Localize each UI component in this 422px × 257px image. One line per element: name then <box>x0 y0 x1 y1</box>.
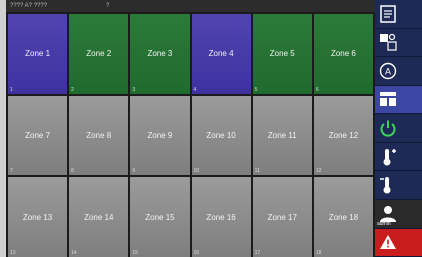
zone-tile[interactable]: Zone 9 9 <box>130 95 190 176</box>
zone-label: Zone 11 <box>267 130 297 140</box>
zone-label: Zone 3 <box>147 49 173 59</box>
sidebar: A admin <box>375 0 422 257</box>
zone-label: Zone 10 <box>206 130 236 140</box>
sidebar-item-alarm[interactable] <box>375 228 422 257</box>
zone-corner-number: 7 <box>10 168 13 175</box>
warning-icon <box>378 232 398 252</box>
zone-corner-number: 1 <box>10 86 13 93</box>
zone-label: Zone 4 <box>208 49 234 59</box>
zone-corner-number: 5 <box>254 86 258 93</box>
thermometer-down-icon <box>378 175 398 195</box>
zone-corner-number: 15 <box>132 249 138 256</box>
zone-tile[interactable]: Zone 13 13 <box>8 177 68 257</box>
zone-grid: Zone 11 Zone 22 Zone 33 Zone 44 Zone 55 … <box>6 12 375 257</box>
auto-mode-icon: A <box>378 61 398 81</box>
zone-corner-number: 2 <box>71 86 74 93</box>
zone-corner-number: 17 <box>254 249 261 256</box>
sidebar-item-power[interactable] <box>375 114 422 143</box>
document-icon <box>378 4 398 24</box>
zone-tile[interactable]: Zone 6 6 <box>313 14 373 94</box>
zone-corner-number: 4 <box>193 86 197 93</box>
zone-tile[interactable]: Zone 4 4 <box>191 14 251 94</box>
zone-corner-number: 18 <box>315 249 322 256</box>
zone-tile[interactable]: Zone 15 15 <box>130 177 190 257</box>
zone-tile[interactable]: Zone 17 17 <box>252 177 312 257</box>
zone-tile[interactable]: Zone 2 2 <box>69 14 129 94</box>
zone-label: Zone 2 <box>86 49 112 59</box>
zone-label: Zone 8 <box>86 130 112 140</box>
zone-tile[interactable]: Zone 3 3 <box>130 14 190 94</box>
zone-label: Zone 9 <box>147 130 173 140</box>
zone-tile[interactable]: Zone 1 1 <box>8 14 68 94</box>
zone-tile[interactable]: Zone 8 8 <box>69 95 129 176</box>
zone-corner-number: 11 <box>254 168 260 175</box>
zone-label: Zone 14 <box>84 212 114 222</box>
sidebar-item-temperature-down[interactable] <box>375 171 422 200</box>
sidebar-item-program[interactable] <box>375 29 422 58</box>
zone-label: Zone 16 <box>206 212 236 222</box>
zone-corner-number: 9 <box>132 168 136 175</box>
zone-label: Zone 13 <box>22 212 53 222</box>
layout-icon <box>378 89 398 109</box>
zone-label: Zone 1 <box>25 49 51 59</box>
app-screen: ???? A? ???? ? Zone 1 1 Zone 2 2 Zone 3 3 Z… <box>0 0 422 257</box>
zone-label: Zone 5 <box>269 49 295 59</box>
zone-label: Zone 7 <box>25 130 51 140</box>
status-time: ???? A? ???? <box>10 3 48 9</box>
power-icon <box>378 118 398 138</box>
svg-text:A: A <box>385 66 391 76</box>
sidebar-item-document[interactable] <box>375 0 422 29</box>
zone-corner-number: 8 <box>71 168 74 175</box>
program-icon <box>378 32 398 52</box>
zone-label: Zone 6 <box>330 49 356 59</box>
sidebar-item-user[interactable]: admin <box>375 199 422 229</box>
zone-tile[interactable]: Zone 11 11 <box>252 95 312 176</box>
zone-label: Zone 17 <box>267 212 297 222</box>
zone-tile[interactable]: Zone 5 5 <box>252 14 312 94</box>
zone-tile[interactable]: Zone 14 14 <box>69 177 129 257</box>
zone-corner-number: 12 <box>315 168 322 175</box>
zone-tile[interactable]: Zone 12 12 <box>313 95 373 176</box>
zone-tile[interactable]: Zone 16 16 <box>191 177 251 257</box>
thermometer-up-icon <box>378 147 398 167</box>
zone-label: Zone 18 <box>328 212 359 222</box>
sidebar-item-auto[interactable]: A <box>375 57 422 86</box>
sidebar-item-layout[interactable] <box>375 85 422 115</box>
zone-corner-number: 3 <box>132 86 136 93</box>
zone-tile[interactable]: Zone 7 7 <box>8 95 68 176</box>
zone-corner-number: 16 <box>193 249 200 256</box>
zone-label: Zone 12 <box>328 130 359 140</box>
zone-tile[interactable]: Zone 18 18 <box>313 177 373 257</box>
zone-corner-number: 6 <box>315 86 319 93</box>
logged-in-user: admin <box>377 220 391 227</box>
zone-label: Zone 15 <box>145 212 175 222</box>
status-indicator: ? <box>106 3 110 9</box>
status-bar: ???? A? ???? ? <box>6 0 375 12</box>
sidebar-item-temperature-up[interactable] <box>375 143 422 172</box>
zone-corner-number: 14 <box>71 249 77 256</box>
zone-corner-number: 13 <box>10 249 16 256</box>
zone-corner-number: 10 <box>193 168 200 175</box>
zone-tile[interactable]: Zone 10 10 <box>191 95 251 176</box>
